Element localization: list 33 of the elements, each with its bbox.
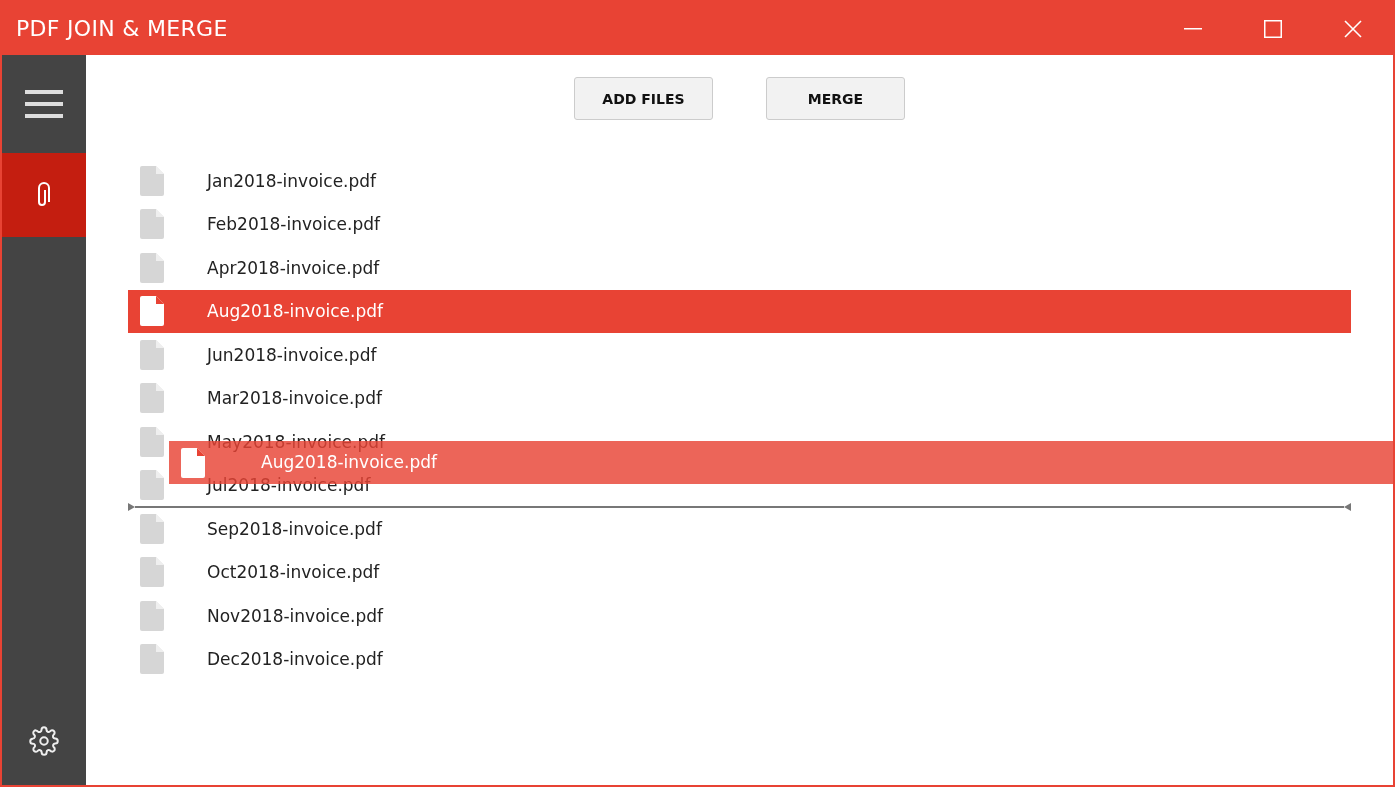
file-row[interactable]: Apr2018-invoice.pdf	[128, 255, 1351, 280]
window-title: PDF JOIN & MERGE	[16, 16, 229, 41]
document-icon	[140, 252, 164, 283]
document-icon	[140, 165, 164, 196]
toolbar-button[interactable]: ADD FILES	[574, 77, 713, 120]
paperclip-icon	[37, 182, 51, 208]
settings-icon	[29, 726, 59, 756]
file-row[interactable]: Jan2018-invoice.pdf	[128, 168, 1351, 193]
menu-icon	[25, 90, 63, 118]
document-icon	[140, 383, 164, 414]
document-icon	[140, 557, 164, 588]
document-icon	[140, 513, 164, 544]
document-icon	[181, 447, 205, 478]
document-icon	[140, 470, 164, 501]
document-icon	[140, 644, 164, 675]
file-row[interactable]: Aug2018-invoice.pdf	[128, 289, 1351, 333]
file-row[interactable]: Sep2018-invoice.pdf	[128, 516, 1351, 541]
file-row[interactable]: Dec2018-invoice.pdf	[128, 647, 1351, 672]
close-icon	[1344, 19, 1362, 38]
document-icon	[140, 339, 164, 370]
file-row[interactable]: Feb2018-invoice.pdf	[128, 212, 1351, 237]
drag-preview-name: Aug2018-invoice.pdf	[261, 454, 438, 471]
file-row[interactable]: Mar2018-invoice.pdf	[128, 386, 1351, 411]
file-row[interactable]: Jun2018-invoice.pdf	[128, 342, 1351, 367]
minimize-icon	[1184, 27, 1202, 30]
document-icon	[140, 426, 164, 457]
maximize-icon	[1264, 19, 1282, 38]
toolbar-button[interactable]: MERGE	[766, 77, 905, 120]
file-row[interactable]: Oct2018-invoice.pdf	[128, 560, 1351, 585]
file-row[interactable]: Nov2018-invoice.pdf	[128, 603, 1351, 628]
document-icon	[140, 209, 164, 240]
document-icon	[140, 296, 164, 327]
document-icon	[140, 600, 164, 631]
